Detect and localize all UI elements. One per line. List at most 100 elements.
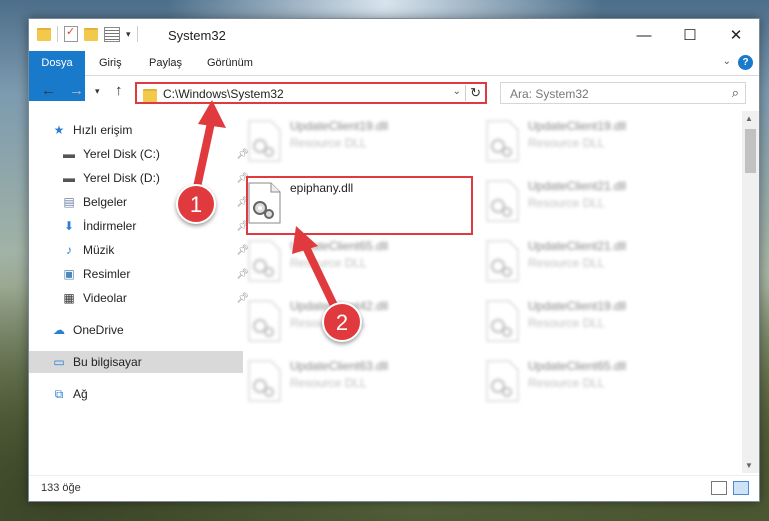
quick-access-toolbar: ▾ — [37, 25, 138, 42]
file-item[interactable]: UpdateClient63.dll Resource DLL — [244, 357, 474, 407]
status-bar: 133 öğe — [29, 475, 759, 502]
minimize-button[interactable]: — — [621, 19, 667, 51]
recent-locations-chevron-icon[interactable]: ▾ — [95, 86, 100, 97]
sidebar-item-documents[interactable]: ▤ Belgeler 📌︎ — [29, 191, 253, 213]
documents-icon: ▤ — [63, 195, 75, 209]
file-name: UpdateClient21.dll — [528, 179, 627, 193]
navigation-pane: ★ Hızlı erişim ▬ Yerel Disk (C:) 📌︎ ▬ Ye… — [29, 111, 249, 473]
file-name: UpdateClient19.dll — [528, 299, 627, 313]
vertical-scrollbar[interactable]: ▲ ▼ — [742, 111, 759, 473]
file-highlight-box — [246, 176, 473, 235]
sidebar-item-local-disk-d[interactable]: ▬ Yerel Disk (D:) 📌︎ — [29, 167, 253, 189]
file-description: Resource DLL — [528, 316, 605, 330]
drive-icon: ▬ — [63, 171, 75, 185]
large-icons-view-icon[interactable] — [733, 481, 749, 495]
forward-arrow-icon[interactable]: → — [69, 82, 84, 99]
sidebar-item-videos[interactable]: ▦ Videolar 📌︎ — [29, 287, 253, 309]
sidebar-item-label: Videolar — [83, 291, 127, 305]
address-bar[interactable]: C:\Windows\System32 ⌄ ↻ — [135, 82, 487, 104]
file-name: UpdateClient65.dll — [528, 359, 627, 373]
file-item[interactable]: UpdateClient19.dll Resource DLL — [482, 117, 712, 167]
file-description: Resource DLL — [290, 136, 367, 150]
sidebar-item-label: Hızlı erişim — [73, 123, 133, 137]
sidebar-item-label: Resimler — [83, 267, 131, 281]
item-count: 133 öğe — [41, 482, 81, 494]
sidebar-item-network[interactable]: ⧉ Ağ — [29, 383, 243, 405]
sidebar-item-label: Yerel Disk (C:) — [83, 147, 160, 161]
file-name: UpdateClient19.dll — [528, 119, 627, 133]
file-item[interactable]: UpdateClient65.dll Resource DLL — [244, 237, 474, 287]
scrollbar-thumb[interactable] — [745, 129, 756, 173]
sidebar-item-label: Ağ — [73, 387, 88, 401]
sidebar-item-downloads[interactable]: ⬇ İndirmeler 📌︎ — [29, 215, 253, 237]
cloud-icon: ☁ — [53, 323, 65, 337]
file-description: Resource DLL — [528, 376, 605, 390]
file-name: UpdateClient19.dll — [290, 119, 389, 133]
sidebar-item-music[interactable]: ♪ Müzik 📌︎ — [29, 239, 253, 261]
maximize-button[interactable]: ☐ — [667, 19, 713, 51]
scroll-down-arrow-icon[interactable]: ▼ — [745, 461, 753, 470]
sidebar-item-label: OneDrive — [73, 323, 124, 337]
file-description: Resource DLL — [528, 256, 605, 270]
computer-icon: ▭ — [53, 355, 65, 369]
tab-home[interactable]: Giriş — [87, 51, 134, 75]
sidebar-item-label: İndirmeler — [83, 219, 137, 233]
file-name: UpdateClient63.dll — [290, 359, 389, 373]
address-path[interactable]: C:\Windows\System32 — [163, 87, 284, 101]
ribbon-tabs: Dosya Giriş Paylaş Görünüm ⌄ ? — [29, 51, 759, 101]
file-name: UpdateClient21.dll — [528, 239, 627, 253]
drive-icon: ▬ — [63, 147, 75, 161]
dll-file-icon — [248, 240, 281, 282]
sidebar-item-label: Yerel Disk (D:) — [83, 171, 160, 185]
dll-file-icon — [248, 300, 281, 342]
file-item[interactable]: UpdateClient19.dll Resource DLL — [482, 297, 712, 347]
customize-chevron-icon[interactable]: ▾ — [126, 29, 131, 40]
sidebar-item-label: Bu bilgisayar — [73, 355, 142, 369]
dll-file-icon — [486, 180, 519, 222]
back-arrow-icon[interactable]: ← — [41, 82, 56, 99]
sidebar-item-label: Müzik — [83, 243, 115, 257]
search-input[interactable]: Ara: System32 ⌕ — [500, 82, 746, 104]
close-button[interactable]: ✕ — [713, 19, 759, 51]
properties-icon[interactable] — [104, 26, 120, 42]
sidebar-item-quick-access[interactable]: ★ Hızlı erişim — [29, 119, 243, 141]
tab-share[interactable]: Paylaş — [137, 51, 194, 75]
folder-icon — [143, 89, 157, 102]
dll-file-icon — [248, 120, 281, 162]
download-icon: ⬇ — [63, 219, 75, 233]
dll-file-icon — [486, 120, 519, 162]
file-name: UpdateClient65.dll — [290, 239, 389, 253]
details-view-icon[interactable] — [711, 481, 727, 495]
file-item[interactable]: UpdateClient21.dll Resource DLL — [482, 177, 712, 227]
view-switcher — [711, 481, 749, 495]
up-arrow-icon[interactable]: ↑ — [115, 82, 123, 99]
tab-view[interactable]: Görünüm — [195, 51, 265, 75]
network-icon: ⧉ — [54, 386, 64, 401]
properties-check-icon[interactable] — [64, 25, 78, 42]
help-button[interactable]: ? — [738, 55, 753, 70]
window-title: System32 — [168, 28, 226, 43]
file-item[interactable]: UpdateClient21.dll Resource DLL — [482, 237, 712, 287]
step-1-badge: 1 — [176, 184, 216, 224]
scroll-up-arrow-icon[interactable]: ▲ — [745, 114, 753, 123]
address-dropdown-chevron-icon[interactable]: ⌄ — [453, 86, 461, 97]
new-folder-icon[interactable] — [84, 27, 98, 41]
file-item[interactable]: UpdateClient19.dll Resource DLL — [244, 117, 474, 167]
search-icon[interactable]: ⌕ — [732, 85, 739, 101]
expand-ribbon-chevron-icon[interactable]: ⌄ — [723, 56, 731, 67]
navigation-bar: ← → ▾ ↑ C:\Windows\System32 ⌄ ↻ Ara: Sys… — [29, 76, 759, 109]
dll-file-icon — [486, 240, 519, 282]
pictures-icon: ▣ — [63, 267, 75, 281]
sidebar-item-pictures[interactable]: ▣ Resimler 📌︎ — [29, 263, 253, 285]
sidebar-item-local-disk-c[interactable]: ▬ Yerel Disk (C:) 📌︎ — [29, 143, 253, 165]
folder-icon — [37, 27, 51, 41]
file-description: Resource DLL — [528, 136, 605, 150]
title-bar: ▾ System32 — ☐ ✕ — [29, 19, 759, 51]
sidebar-item-onedrive[interactable]: ☁ OneDrive — [29, 319, 243, 341]
file-item[interactable]: UpdateClient65.dll Resource DLL — [482, 357, 712, 407]
file-description: Resource DLL — [290, 256, 367, 270]
sidebar-item-this-pc[interactable]: ▭ Bu bilgisayar — [29, 351, 243, 373]
refresh-icon[interactable]: ↻ — [465, 85, 481, 101]
star-icon: ★ — [53, 123, 65, 137]
toolbar-divider — [136, 26, 138, 42]
